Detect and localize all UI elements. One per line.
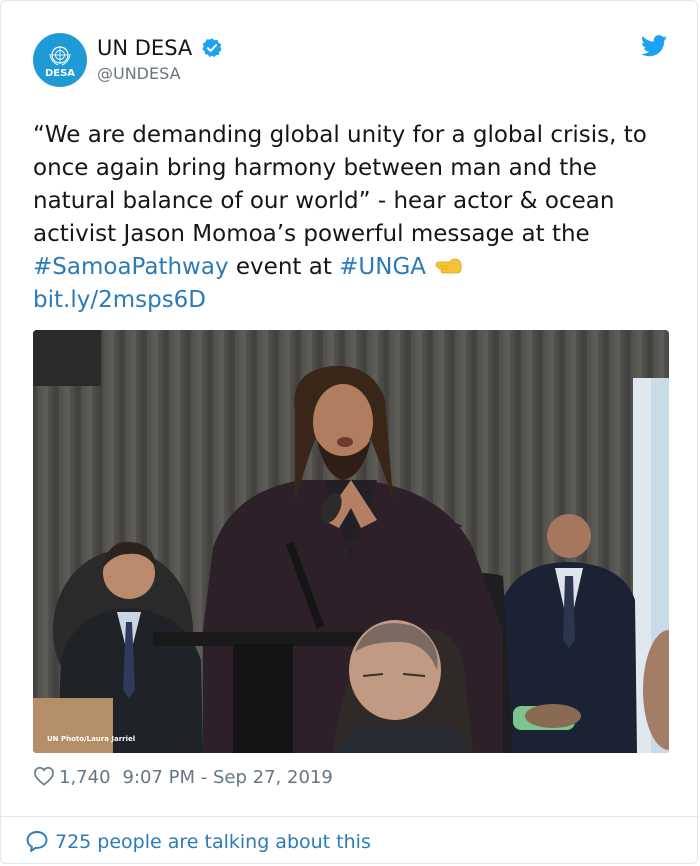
hashtag-unga[interactable]: #UNGA [339, 254, 426, 280]
timestamp[interactable]: 9:07 PM - Sep 27, 2019 [123, 767, 333, 788]
conversation-link[interactable]: 725 people are talking about this [25, 828, 371, 856]
avatar[interactable]: DESA [33, 33, 87, 87]
tweet-header: DESA UN DESA @UNDESA [33, 33, 673, 89]
name-block: UN DESA @UNDESA [97, 35, 223, 85]
handle[interactable]: @UNDESA [97, 63, 223, 85]
un-emblem-icon [49, 45, 71, 65]
photo-scene [33, 330, 669, 753]
speech-bubble-icon [26, 831, 48, 852]
like-count[interactable]: 1,740 [59, 767, 111, 788]
display-name[interactable]: UN DESA [97, 35, 192, 61]
talking-count-text: 725 people are talking about this [55, 831, 371, 853]
twitter-bird-icon[interactable] [641, 35, 667, 57]
tweet-card: DESA UN DESA @UNDESA “We are demanding g… [0, 0, 699, 864]
tweet-body: “We are demanding global unity for a glo… [33, 122, 647, 247]
backhand-index-pointing-left-emoji [435, 258, 462, 274]
tweet-meta: 1,740 9:07 PM - Sep 27, 2019 [33, 765, 333, 791]
verified-badge-icon [202, 38, 222, 58]
tweet-photo[interactable]: UN Photo/Laura Jarriel [33, 330, 669, 753]
photo-credit: UN Photo/Laura Jarriel [47, 735, 136, 743]
tweet-body-mid: event at [228, 254, 340, 280]
divider [1, 816, 699, 817]
avatar-label: DESA [44, 67, 76, 79]
heart-icon[interactable] [33, 766, 55, 786]
hashtag-samoapathway[interactable]: #SamoaPathway [33, 254, 229, 280]
tweet-text: “We are demanding global unity for a glo… [33, 119, 673, 317]
shortlink[interactable]: bit.ly/2msps6D [33, 287, 206, 313]
